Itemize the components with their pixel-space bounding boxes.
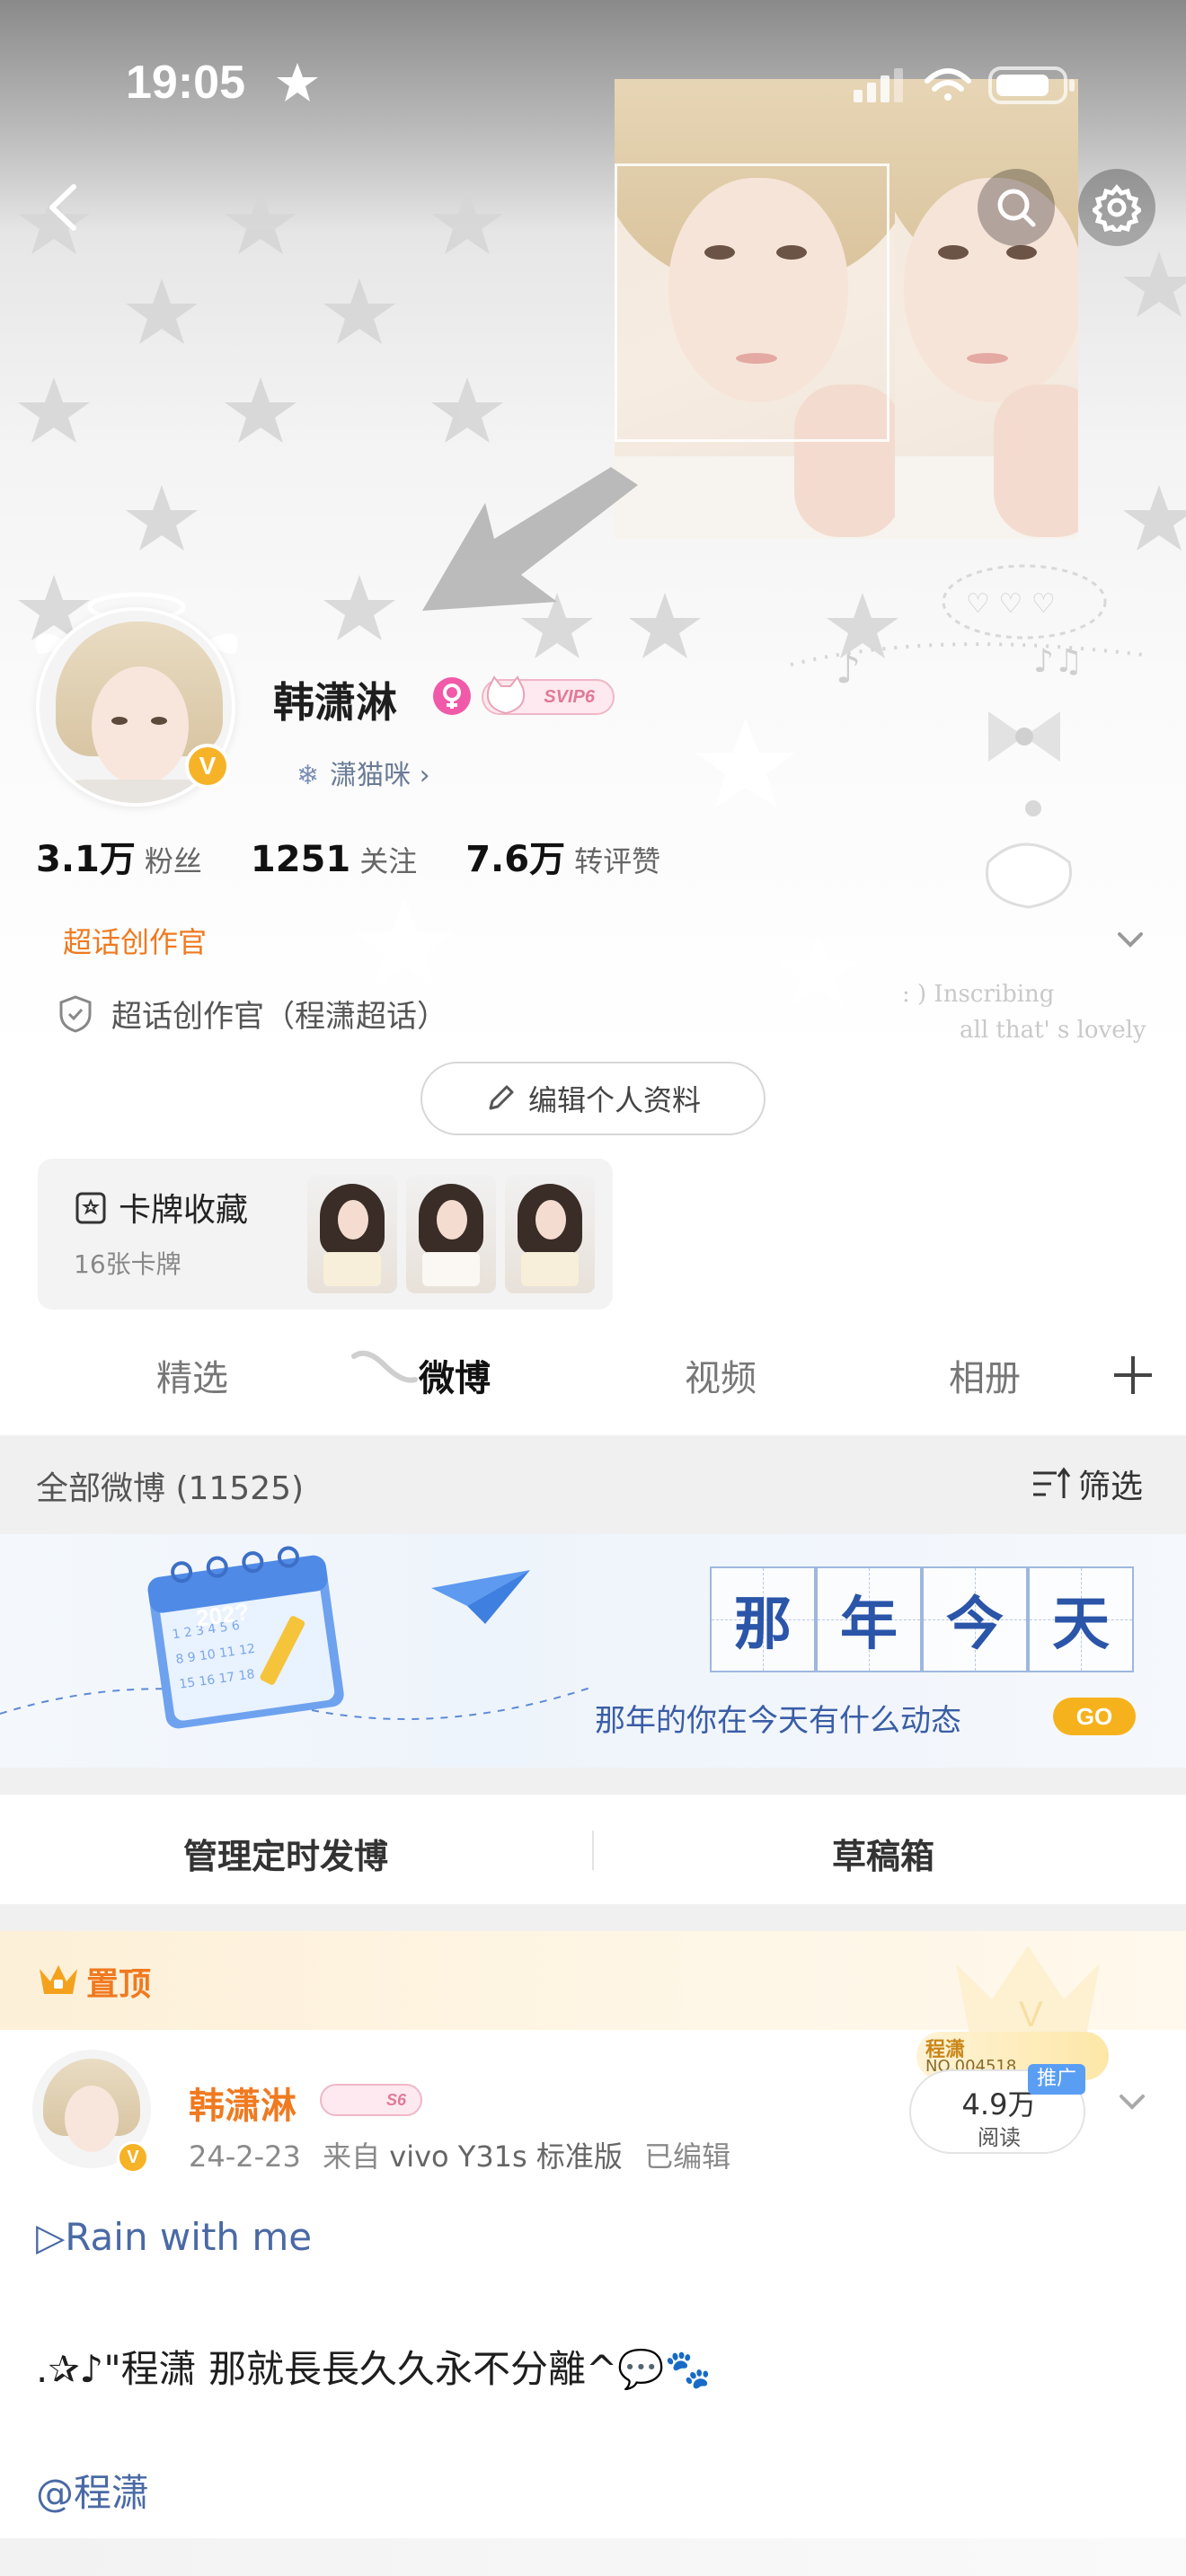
add-tab-icon[interactable] <box>1111 1353 1155 1398</box>
nickname-link[interactable]: ❄ 潇猫咪 › <box>296 753 430 792</box>
decor-line-1: : ) Inscribing <box>902 981 1055 1008</box>
post-line[interactable]: ▷Rain with me <box>36 2215 312 2259</box>
settings-button[interactable] <box>1078 169 1155 246</box>
pencil-icon <box>489 1085 514 1110</box>
filter-button[interactable]: 筛选 <box>1031 1460 1143 1507</box>
gear-icon <box>1093 184 1141 232</box>
shield-icon <box>59 994 92 1033</box>
filter-label: 筛选 <box>1078 1469 1144 1505</box>
on-this-day-banner[interactable]: 1 2 3 4 5 68 9 10 11 12 15 16 17 18 202? … <box>0 1534 1186 1768</box>
read-label: 阅读 <box>978 2125 1021 2150</box>
fans-label[interactable]: 粉丝 <box>145 839 202 880</box>
post-source-prefix: 来自 <box>323 2139 381 2174</box>
svg-text:♪: ♪ <box>836 647 861 693</box>
drafts-button[interactable]: 草稿箱 <box>832 1829 934 1878</box>
chevron-down-icon[interactable] <box>1112 2082 1152 2122</box>
banner-char: 今 <box>922 1566 1028 1672</box>
svip-badge[interactable]: S6 <box>320 2084 422 2116</box>
status-bar: 19:05 <box>0 0 1186 171</box>
calendar-illustration: 1 2 3 4 5 68 9 10 11 1215 16 17 18 202? <box>0 1546 593 1729</box>
paper-plane-icon <box>431 1570 530 1624</box>
promote-badge[interactable]: 推广 <box>1028 2064 1085 2095</box>
role-detail-row[interactable]: 超话创作官（程潇超话） <box>58 992 447 1036</box>
back-icon[interactable] <box>32 176 95 239</box>
post-edited[interactable]: 已编辑 <box>644 2139 730 2174</box>
search-button[interactable] <box>978 169 1055 246</box>
post-date: 24-2-23 <box>189 2139 301 2174</box>
status-time: 19:05 <box>126 57 245 109</box>
banner-subtitle: 那年的你在今天有什么动态 <box>595 1703 961 1739</box>
card-thumbnail[interactable] <box>307 1175 397 1293</box>
divider <box>592 1831 594 1870</box>
tab-weibo[interactable]: 微博 <box>419 1349 491 1401</box>
post-line: .✰♪"程潇 那就長長久久永不分離^💬🐾 <box>36 2347 712 2391</box>
arrow-decoration-icon <box>422 467 638 611</box>
card-collection[interactable]: 卡牌收藏 16张卡牌 <box>38 1159 613 1310</box>
profile-tabs: 精选 微博 视频 相册 <box>0 1338 1186 1428</box>
interactions-count[interactable]: 7.6万 <box>465 830 565 882</box>
nickname-text: 潇猫咪 <box>330 760 412 791</box>
role-detail-text: 超话创作官（程潇超话） <box>111 999 447 1035</box>
go-button[interactable]: GO <box>1053 1698 1136 1735</box>
tab-featured[interactable]: 精选 <box>156 1349 228 1401</box>
following-count[interactable]: 1251 <box>251 839 350 880</box>
chevron-down-icon[interactable] <box>1111 920 1150 959</box>
card-count: 16张卡牌 <box>74 1249 181 1279</box>
svg-text:V: V <box>1019 1995 1043 2034</box>
decor-line-2: all that' s lovely <box>960 1017 1146 1044</box>
mention-link[interactable]: @程潇 <box>36 2463 149 2518</box>
stats-row: 3.1万 粉丝 1251 关注 7.6万 转评赞 <box>36 830 709 882</box>
search-icon <box>997 189 1036 227</box>
post-media-strip <box>0 2538 1186 2576</box>
paperclip-icon <box>351 1350 418 1383</box>
divider <box>0 1768 1186 1795</box>
banner-char: 年 <box>816 1566 922 1672</box>
post-author-name[interactable]: 韩潇淋 <box>189 2077 296 2129</box>
cat-icon <box>486 675 526 715</box>
tab-video[interactable]: 视频 <box>685 1349 757 1401</box>
verified-badge: V <box>117 2141 149 2174</box>
crown-icon <box>40 1965 77 1994</box>
card-thumbnail[interactable] <box>505 1175 595 1293</box>
snowflake-icon: ❄ <box>296 760 320 791</box>
verified-badge: V <box>185 744 230 789</box>
pinned-label: 置顶 <box>86 1966 152 2003</box>
banner-char: 天 <box>1028 1566 1134 1672</box>
svg-text:♪♫: ♪♫ <box>1033 643 1083 680</box>
card-collection-title: 卡牌收藏 <box>72 1184 248 1231</box>
photo-frame-overlay <box>615 163 890 442</box>
edit-profile-label: 编辑个人资料 <box>527 1083 701 1117</box>
scheduled-posts-button[interactable]: 管理定时发博 <box>183 1829 388 1878</box>
card-icon <box>75 1192 106 1224</box>
manage-row: 管理定时发博 草稿箱 <box>0 1795 1186 1904</box>
tab-album[interactable]: 相册 <box>949 1349 1021 1401</box>
edit-profile-button[interactable]: 编辑个人资料 <box>420 1062 766 1135</box>
status-icons <box>854 66 1075 104</box>
interactions-label[interactable]: 转评赞 <box>574 839 660 880</box>
star-icon <box>277 63 318 101</box>
filter-icon <box>1033 1467 1071 1498</box>
role-tag: 超话创作官 <box>63 925 208 959</box>
chevron-right-icon: › <box>411 760 430 791</box>
wifi-icon <box>925 68 971 101</box>
all-posts-count: 全部微博 (11525) <box>36 1470 305 1507</box>
card-collection-label: 卡牌收藏 <box>119 1192 249 1229</box>
cellular-signal-icon <box>854 68 903 102</box>
profile-name: 韩潇淋 <box>273 678 397 727</box>
banner-char: 那 <box>710 1566 816 1672</box>
post-source[interactable]: vivo Y31s 标准版 <box>389 2139 623 2174</box>
fans-count[interactable]: 3.1万 <box>36 830 136 882</box>
post-meta: 24-2-23 来自 vivo Y31s 标准版 已编辑 <box>189 2134 730 2175</box>
gender-female-icon <box>433 677 471 715</box>
following-label[interactable]: 关注 <box>359 839 417 880</box>
card-thumbnail[interactable] <box>406 1175 496 1293</box>
battery-icon <box>988 66 1075 104</box>
svg-text:♡ ♡ ♡: ♡ ♡ ♡ <box>966 588 1056 620</box>
